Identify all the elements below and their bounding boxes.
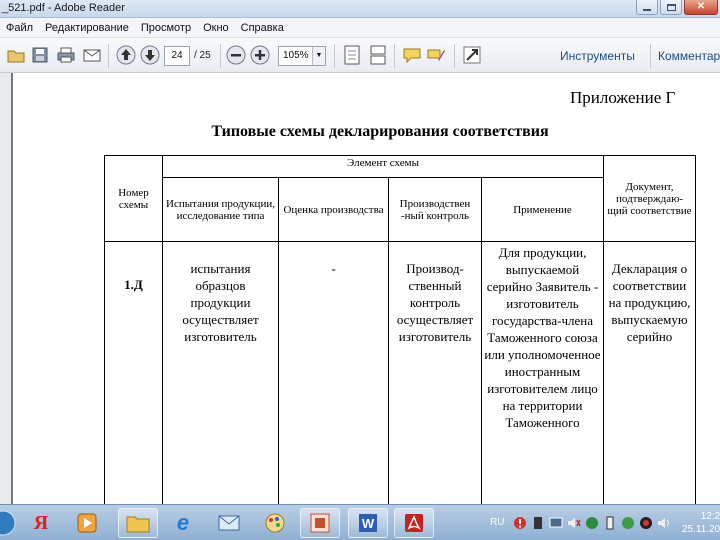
previous-page-icon[interactable]: [116, 45, 136, 65]
minimize-icon: [643, 9, 651, 11]
header-application: Применение: [481, 177, 604, 242]
navigation-pane-edge[interactable]: [0, 73, 13, 504]
adobe-reader-icon[interactable]: [394, 508, 434, 538]
cell-production-control: Производ- ственный контроль осуществляет…: [388, 241, 482, 504]
paint-icon[interactable]: [260, 508, 290, 538]
menu-bar: Файл Редактирование Просмотр Окно Справк…: [0, 18, 720, 38]
menu-file[interactable]: Файл: [0, 22, 39, 34]
cell-scheme-number: 1.Д: [104, 241, 163, 504]
table-row: 1.Д испытания образцов продукции осущест…: [104, 241, 696, 504]
maximize-icon: [666, 3, 676, 11]
page-number-input[interactable]: 24: [164, 46, 190, 66]
header-document: Документ, подтверждаю- щий соответствие: [603, 155, 696, 242]
save-icon[interactable]: [30, 45, 50, 65]
taskbar: Я e W RU 12:2 25.11.20: [0, 504, 720, 540]
chevron-down-icon[interactable]: ▼: [312, 47, 325, 65]
menu-help[interactable]: Справка: [235, 22, 290, 34]
menu-view[interactable]: Просмотр: [135, 22, 197, 34]
mail-icon[interactable]: [214, 508, 244, 538]
title-bar: _521.pdf - Adobe Reader ✕: [0, 0, 720, 18]
open-folder-icon[interactable]: [6, 45, 26, 65]
maximize-button[interactable]: [660, 0, 682, 15]
zoom-in-icon[interactable]: [250, 45, 270, 65]
zoom-out-icon[interactable]: [226, 45, 246, 65]
scroll-mode-icon[interactable]: [368, 45, 388, 65]
start-icon[interactable]: [0, 508, 18, 538]
speaker-icon[interactable]: [656, 508, 672, 538]
network-icon[interactable]: [548, 508, 564, 538]
word-icon[interactable]: W: [348, 508, 388, 538]
print-icon[interactable]: [56, 45, 76, 65]
cell-testing: испытания образцов продукции осуществляе…: [162, 241, 279, 504]
cell-evaluation: -: [278, 241, 389, 504]
cell-application: Для продукции, выпускаемой серийно Заяви…: [481, 241, 604, 504]
internet-explorer-icon[interactable]: e: [168, 508, 198, 538]
schemes-table: Номер схемы Элемент схемы Документ, подт…: [104, 155, 696, 504]
system-clock[interactable]: 12:21 25.11.201: [682, 510, 720, 536]
menu-edit[interactable]: Редактирование: [39, 22, 135, 34]
next-page-icon[interactable]: [140, 45, 160, 65]
record-icon[interactable]: [638, 508, 654, 538]
language-indicator[interactable]: RU: [490, 517, 504, 528]
explorer-folder-icon[interactable]: [118, 508, 158, 538]
comment-button[interactable]: Комментар: [658, 49, 720, 63]
yandex-icon[interactable]: Я: [26, 508, 56, 538]
toolbar: 24 / 25 105% ▼ Инструменты Комментар: [0, 38, 720, 73]
fit-page-icon[interactable]: [342, 45, 362, 65]
zoom-value: 105%: [283, 50, 309, 61]
header-production-control: Производствен -ный контроль: [388, 177, 482, 242]
window-title: _521.pdf - Adobe Reader: [2, 2, 125, 14]
security-icon[interactable]: [620, 508, 636, 538]
document-viewer[interactable]: Приложение Г Типовые схемы декларировани…: [0, 73, 720, 504]
appendix-label: Приложение Г: [570, 88, 676, 107]
antivirus-icon[interactable]: [584, 508, 600, 538]
battery-icon[interactable]: [602, 508, 618, 538]
minimize-button[interactable]: [636, 0, 658, 15]
email-icon[interactable]: [82, 45, 102, 65]
close-button[interactable]: ✕: [684, 0, 718, 15]
tray-device-icon[interactable]: [530, 508, 546, 538]
highlight-pen-icon[interactable]: [426, 45, 446, 65]
document-heading: Типовые схемы декларирования соответстви…: [211, 123, 549, 140]
zoom-select[interactable]: 105% ▼: [278, 46, 326, 66]
comment-bubble-icon[interactable]: [402, 45, 422, 65]
clock-date: 25.11.201: [682, 524, 720, 535]
header-scheme-element: Элемент схемы: [162, 155, 604, 178]
svg-text:W: W: [362, 516, 375, 531]
header-testing: Испытания продукции, исследование типа: [162, 177, 279, 242]
close-icon: ✕: [696, 1, 706, 12]
powerpoint-icon[interactable]: [300, 508, 340, 538]
clock-time: 12:21: [700, 511, 720, 522]
volume-icon[interactable]: [566, 508, 582, 538]
tools-button[interactable]: Инструменты: [560, 49, 635, 63]
expand-icon[interactable]: [462, 45, 482, 65]
page-total: / 25: [194, 50, 211, 61]
cell-document: Декларация о соответствии на продукцию, …: [603, 241, 696, 504]
menu-window[interactable]: Окно: [197, 22, 235, 34]
header-evaluation: Оценка производства: [278, 177, 389, 242]
header-scheme-number: Номер схемы: [104, 155, 163, 242]
media-player-icon[interactable]: [72, 508, 102, 538]
alert-icon[interactable]: [512, 508, 528, 538]
